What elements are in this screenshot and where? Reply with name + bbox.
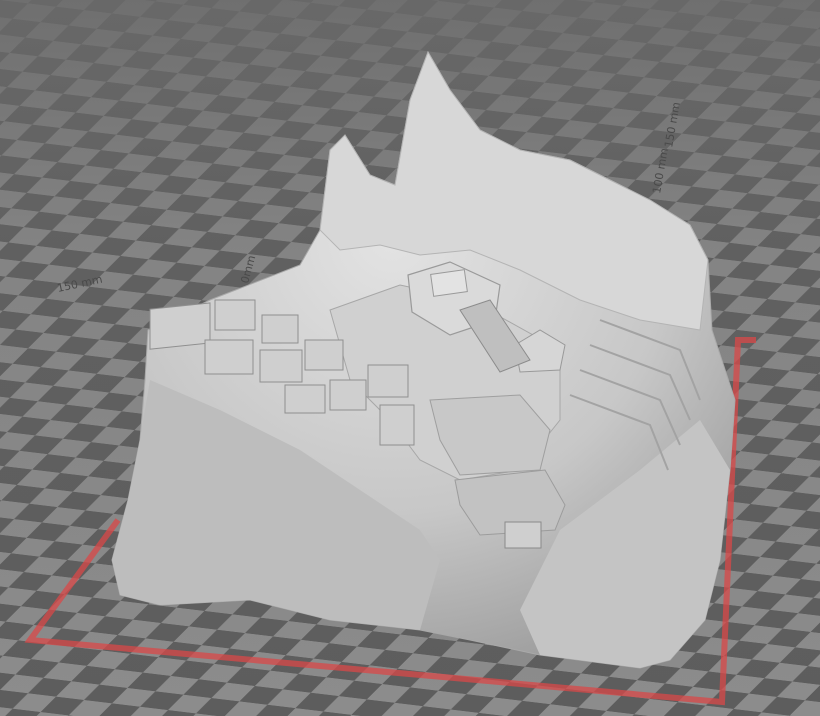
viewport-scene[interactable]: 150 mm 0mm 150 mm 100 mm	[0, 0, 820, 716]
small-structure	[504, 521, 542, 549]
temple-top	[430, 269, 468, 297]
3d-viewport[interactable]: 150 mm 0mm 150 mm 100 mm	[0, 0, 820, 716]
